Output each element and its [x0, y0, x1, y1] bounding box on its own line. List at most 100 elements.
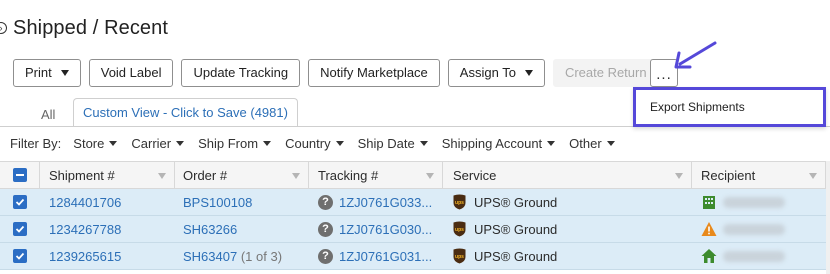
- shipment-number-link[interactable]: 1234267788: [49, 222, 121, 237]
- recipient-cell: [692, 216, 826, 242]
- home-icon: [701, 249, 717, 263]
- more-actions-menu: Export Shipments: [633, 87, 826, 127]
- filter-ship-from-label: Ship From: [198, 135, 259, 151]
- svg-text:ups: ups: [455, 227, 464, 233]
- assign-to-button[interactable]: Assign To: [447, 58, 545, 87]
- shipment-number-cell: 1284401706: [40, 189, 175, 215]
- row-checkbox[interactable]: [13, 195, 27, 209]
- filter-ship-from[interactable]: Ship From: [198, 135, 272, 151]
- ups-shield-icon: ups: [453, 248, 466, 264]
- table-row[interactable]: 1284401706 BPS100108 ? 1ZJ0761G033... up…: [0, 189, 830, 216]
- order-number-link[interactable]: SH63407: [183, 249, 237, 264]
- column-header-recipient-label: Recipient: [701, 167, 756, 183]
- chevron-down-icon: [524, 69, 533, 76]
- order-split-count: (1 of 3): [240, 248, 283, 264]
- filter-bar: Filter By: Store Carrier Ship From Count…: [10, 134, 629, 152]
- sort-caret-icon[interactable]: [158, 173, 166, 179]
- checkmark-icon: [15, 198, 25, 206]
- column-header-recipient[interactable]: Recipient: [692, 162, 826, 188]
- filter-country[interactable]: Country: [285, 136, 344, 151]
- order-number-link[interactable]: BPS100108: [183, 195, 252, 210]
- column-header-order[interactable]: Order #: [175, 162, 309, 188]
- back-icon[interactable]: ›: [0, 22, 7, 34]
- create-return-button[interactable]: Create Return: [552, 58, 659, 87]
- tab-all[interactable]: All: [41, 107, 55, 122]
- tracking-cell: ? 1ZJ0761G033...: [309, 189, 443, 215]
- header-select-cell: [0, 162, 40, 188]
- row-select-cell: [0, 243, 40, 269]
- sort-caret-icon[interactable]: [292, 173, 300, 179]
- select-all-checkbox[interactable]: [12, 168, 27, 182]
- warning-icon: [701, 222, 717, 236]
- filter-other-label: Other: [569, 135, 602, 151]
- print-button[interactable]: Print: [13, 58, 81, 87]
- table-scroll-edge: [826, 161, 830, 274]
- filter-ship-date-label: Ship Date: [357, 135, 415, 151]
- svg-text:ups: ups: [455, 200, 464, 206]
- question-icon[interactable]: ?: [318, 194, 333, 210]
- recipient-cell: [692, 189, 826, 215]
- row-checkbox[interactable]: [13, 222, 27, 236]
- order-number-link[interactable]: SH63266: [183, 222, 237, 237]
- column-header-order-label: Order #: [183, 167, 228, 183]
- shipment-number-link[interactable]: 1284401706: [49, 195, 121, 210]
- shipment-number-link[interactable]: 1239265615: [49, 249, 121, 264]
- tracking-number-link[interactable]: 1ZJ0761G030...: [339, 222, 432, 237]
- service-label: UPS® Ground: [474, 194, 558, 210]
- chevron-down-icon: [60, 69, 69, 76]
- table-row[interactable]: 1239265615 SH63407 (1 of 3) ? 1ZJ0761G03…: [0, 243, 830, 270]
- ups-shield-icon: ups: [453, 221, 466, 237]
- annotation-arrow-icon: [674, 41, 717, 69]
- column-header-shipment[interactable]: Shipment #: [40, 162, 175, 188]
- filter-store[interactable]: Store: [73, 135, 118, 151]
- tab-custom-view[interactable]: Custom View - Click to Save (4981): [73, 98, 298, 127]
- sort-caret-icon[interactable]: [426, 173, 434, 179]
- row-checkbox[interactable]: [13, 249, 27, 263]
- export-shipments-menu-item[interactable]: Export Shipments: [650, 100, 745, 114]
- order-number-cell: BPS100108: [175, 189, 309, 215]
- shipment-number-cell: 1234267788: [40, 216, 175, 242]
- checkmark-icon: [15, 225, 25, 233]
- tracking-number-link[interactable]: 1ZJ0761G033...: [339, 195, 432, 210]
- tracking-number-link[interactable]: 1ZJ0761G031...: [339, 249, 432, 264]
- service-cell: ups UPS® Ground: [443, 243, 692, 269]
- tracking-cell: ? 1ZJ0761G031...: [309, 243, 443, 269]
- column-header-shipment-label: Shipment #: [49, 167, 115, 183]
- filter-carrier[interactable]: Carrier: [131, 135, 185, 151]
- notify-marketplace-button[interactable]: Notify Marketplace: [308, 58, 440, 87]
- sort-caret-icon[interactable]: [675, 173, 683, 179]
- question-icon[interactable]: ?: [318, 221, 333, 237]
- column-header-service[interactable]: Service: [443, 162, 692, 188]
- page-title: Shipped / Recent: [13, 16, 169, 39]
- filter-carrier-label: Carrier: [131, 135, 172, 151]
- chevron-down-icon: [419, 140, 428, 146]
- print-button-label: Print: [25, 65, 52, 80]
- question-icon[interactable]: ?: [318, 248, 333, 264]
- chevron-down-icon: [547, 140, 556, 146]
- update-tracking-button[interactable]: Update Tracking: [181, 58, 301, 87]
- chevron-down-icon: [176, 140, 185, 146]
- sort-caret-icon[interactable]: [809, 173, 817, 179]
- app-root: › Shipped / Recent Print Void Label Upda…: [0, 0, 830, 274]
- checkmark-icon: [15, 252, 25, 260]
- filter-ship-date[interactable]: Ship Date: [358, 136, 428, 151]
- service-cell: ups UPS® Ground: [443, 189, 692, 215]
- order-number-cell: SH63266: [175, 216, 309, 242]
- filter-label: Filter By:: [10, 135, 62, 151]
- table-row[interactable]: 1234267788 SH63266 ? 1ZJ0761G030... ups …: [0, 216, 830, 243]
- filter-shipping-account[interactable]: Shipping Account: [442, 136, 556, 151]
- recipient-name-redacted: [723, 250, 785, 262]
- filter-other[interactable]: Other: [569, 136, 615, 151]
- column-header-tracking-label: Tracking #: [318, 167, 379, 183]
- assign-to-label: Assign To: [459, 65, 516, 80]
- column-header-tracking[interactable]: Tracking #: [309, 162, 443, 188]
- filter-country-label: Country: [285, 135, 331, 151]
- service-cell: ups UPS® Ground: [443, 216, 692, 242]
- order-number-cell: SH63407 (1 of 3): [175, 243, 309, 269]
- chevron-down-icon: [109, 140, 118, 146]
- void-label-button[interactable]: Void Label: [88, 58, 174, 87]
- view-tabs: All Custom View - Click to Save (4981): [0, 98, 630, 127]
- filter-store-label: Store: [73, 135, 105, 151]
- row-select-cell: [0, 189, 40, 215]
- recipient-name-redacted: [723, 223, 785, 235]
